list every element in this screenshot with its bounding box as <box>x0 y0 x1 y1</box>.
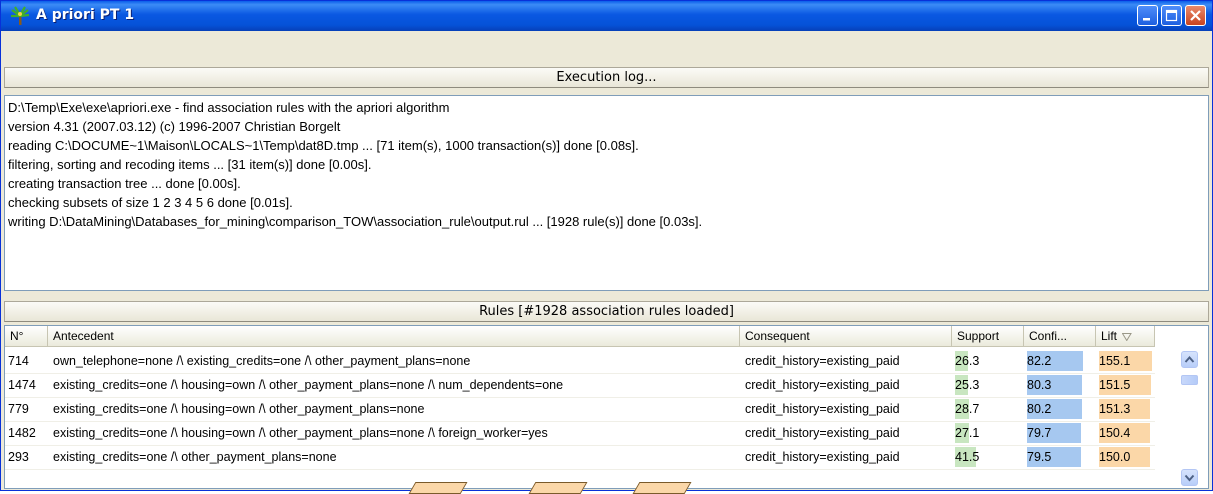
column-header-support[interactable]: Support <box>952 326 1024 347</box>
log-line: D:\Temp\Exe\exe\apriori.exe - find assoc… <box>8 100 450 115</box>
log-line: checking subsets of size 1 2 3 4 5 6 don… <box>8 195 293 210</box>
support-cell: 26.3 <box>955 354 980 368</box>
document-tab[interactable] <box>528 482 588 494</box>
support-cell: 27.1 <box>955 426 980 440</box>
chevron-up-icon <box>1184 355 1195 363</box>
num-cell: 293 <box>8 450 29 464</box>
consequent-cell: credit_history=existing_paid <box>745 354 900 368</box>
confidence-cell: 79.5 <box>1027 450 1052 464</box>
client-area: Execution log... D:\Temp\Exe\exe\apriori… <box>4 31 1209 489</box>
log-line: version 4.31 (2007.03.12) (c) 1996-2007 … <box>8 119 341 134</box>
maximize-icon <box>1165 9 1178 22</box>
rules-table[interactable]: N° Antecedent Consequent Support Confi..… <box>4 325 1209 489</box>
antecedent-cell: own_telephone=none /\ existing_credits=o… <box>53 354 471 368</box>
scroll-down-button[interactable] <box>1181 469 1198 486</box>
confidence-cell: 79.7 <box>1027 426 1052 440</box>
close-icon <box>1190 10 1201 21</box>
log-line: reading C:\DOCUME~1\Maison\LOCALS~1\Temp… <box>8 138 639 153</box>
maximize-button[interactable] <box>1161 5 1182 26</box>
log-line: filtering, sorting and recoding items ..… <box>8 157 372 172</box>
scroll-up-button[interactable] <box>1181 351 1198 368</box>
tree-icon <box>11 6 30 25</box>
num-cell: 1482 <box>8 426 36 440</box>
column-header-consequent[interactable]: Consequent <box>740 326 952 347</box>
antecedent-cell: existing_credits=one /\ housing=own /\ o… <box>53 426 548 440</box>
antecedent-cell: existing_credits=one /\ housing=own /\ o… <box>53 378 564 392</box>
apriori-window: A priori PT 1 Execution log... D:\Temp\E… <box>0 0 1213 491</box>
minimize-button[interactable] <box>1137 5 1158 26</box>
scroll-thumb[interactable] <box>1181 375 1198 385</box>
lift-cell: 150.0 <box>1099 450 1131 464</box>
column-header-confidence[interactable]: Confi... <box>1024 326 1096 347</box>
support-cell: 28.7 <box>955 402 980 416</box>
antecedent-cell: existing_credits=one /\ housing=own /\ o… <box>53 402 425 416</box>
execution-log-header[interactable]: Execution log... <box>4 67 1209 88</box>
num-cell: 1474 <box>8 378 36 392</box>
support-cell: 41.5 <box>955 450 980 464</box>
log-line: creating transaction tree ... done [0.00… <box>8 176 241 191</box>
column-header-num[interactable]: N° <box>5 326 48 347</box>
row-separator <box>5 469 1155 470</box>
antecedent-cell: existing_credits=one /\ other_payment_pl… <box>53 450 337 464</box>
column-header-lift-label: Lift <box>1101 329 1118 343</box>
rules-header[interactable]: Rules [#1928 association rules loaded] <box>4 301 1209 322</box>
execution-log[interactable]: D:\Temp\Exe\exe\apriori.exe - find assoc… <box>4 95 1209 291</box>
consequent-cell: credit_history=existing_paid <box>745 426 900 440</box>
chevron-down-icon <box>1184 474 1195 482</box>
num-cell: 779 <box>8 402 29 416</box>
lift-cell: 151.3 <box>1099 402 1131 416</box>
lift-cell: 155.1 <box>1099 354 1131 368</box>
support-cell: 25.3 <box>955 378 980 392</box>
lift-cell: 151.5 <box>1099 378 1131 392</box>
document-tab[interactable] <box>632 482 692 494</box>
title-bar[interactable]: A priori PT 1 <box>1 1 1212 31</box>
log-line: writing D:\DataMining\Databases_for_mini… <box>8 214 703 229</box>
vertical-scrollbar[interactable] <box>1155 347 1207 488</box>
consequent-cell: credit_history=existing_paid <box>745 378 900 392</box>
confidence-cell: 80.3 <box>1027 378 1052 392</box>
lift-cell: 150.4 <box>1099 426 1131 440</box>
close-button[interactable] <box>1185 5 1206 26</box>
window-title: A priori PT 1 <box>36 7 135 23</box>
document-tab[interactable] <box>408 482 468 494</box>
column-header-lift[interactable]: Lift <box>1096 326 1155 347</box>
num-cell: 714 <box>8 354 29 368</box>
consequent-cell: credit_history=existing_paid <box>745 402 900 416</box>
consequent-cell: credit_history=existing_paid <box>745 450 900 464</box>
minimize-icon <box>1143 18 1150 21</box>
confidence-cell: 80.2 <box>1027 402 1052 416</box>
sort-desc-icon <box>1122 333 1132 341</box>
confidence-cell: 82.2 <box>1027 354 1052 368</box>
column-header-antecedent[interactable]: Antecedent <box>48 326 740 347</box>
